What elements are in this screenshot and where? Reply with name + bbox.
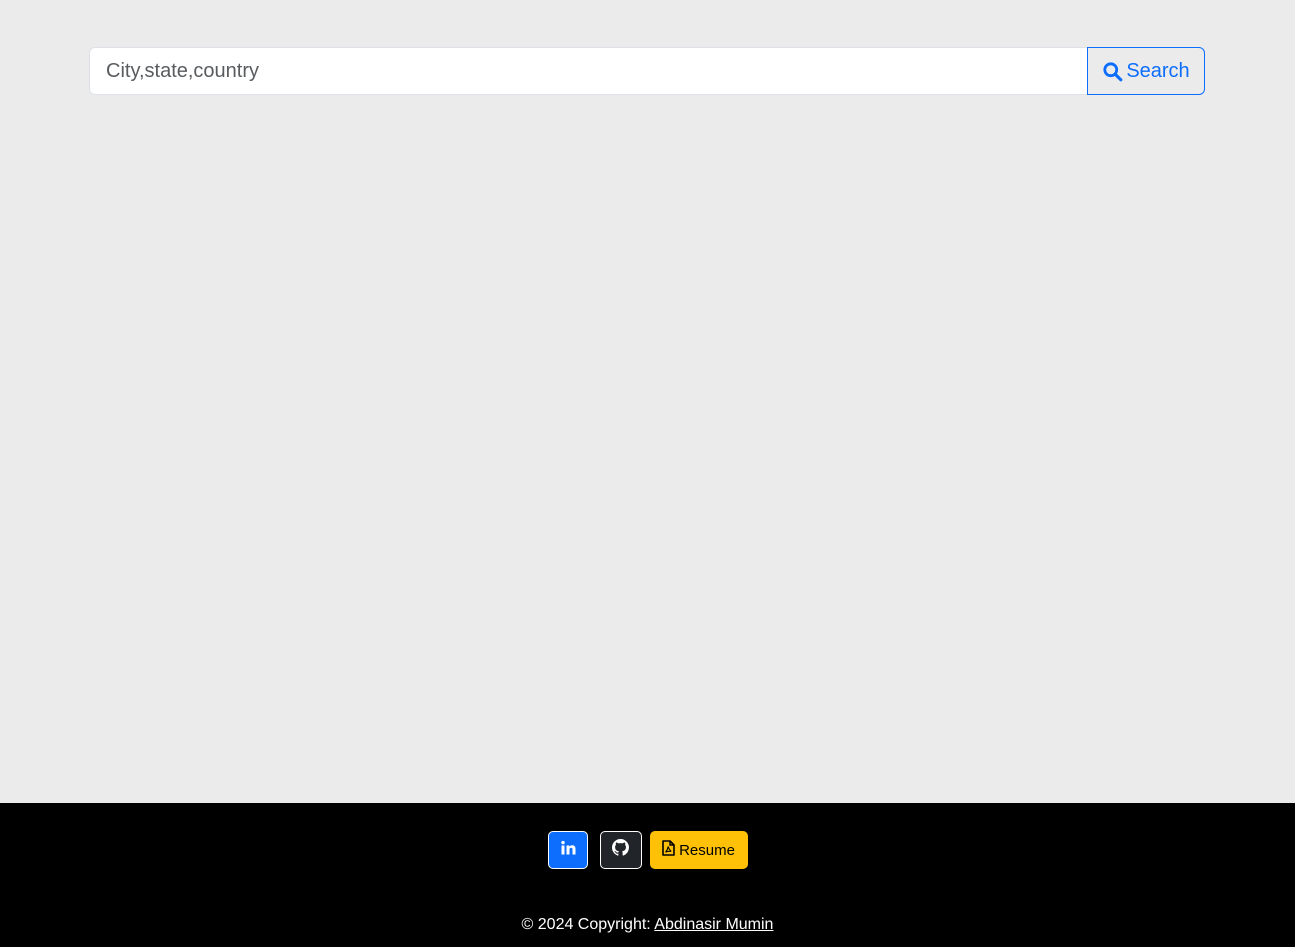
resume-button[interactable]: Resume [649, 831, 748, 869]
author-link[interactable]: Abdinasir Mumin [654, 916, 773, 933]
search-bar: Search [89, 47, 1205, 95]
resume-label: Resume [679, 841, 735, 859]
social-links: Resume [0, 831, 1295, 869]
main-content: Search [0, 0, 1295, 803]
file-pdf-icon [662, 840, 675, 860]
github-button[interactable] [599, 831, 642, 869]
copyright: © 2024 Copyright: Abdinasir Mumin [0, 916, 1295, 934]
copyright-text: © 2024 Copyright: [521, 916, 651, 933]
linkedin-icon [560, 840, 576, 861]
linkedin-button[interactable] [547, 831, 588, 869]
footer: Resume © 2024 Copyright: Abdinasir Mumin [0, 803, 1295, 947]
search-input[interactable] [89, 47, 1087, 95]
search-icon [1102, 61, 1123, 82]
github-icon [612, 839, 629, 861]
search-button[interactable]: Search [1087, 47, 1205, 95]
search-button-label: Search [1126, 59, 1190, 82]
